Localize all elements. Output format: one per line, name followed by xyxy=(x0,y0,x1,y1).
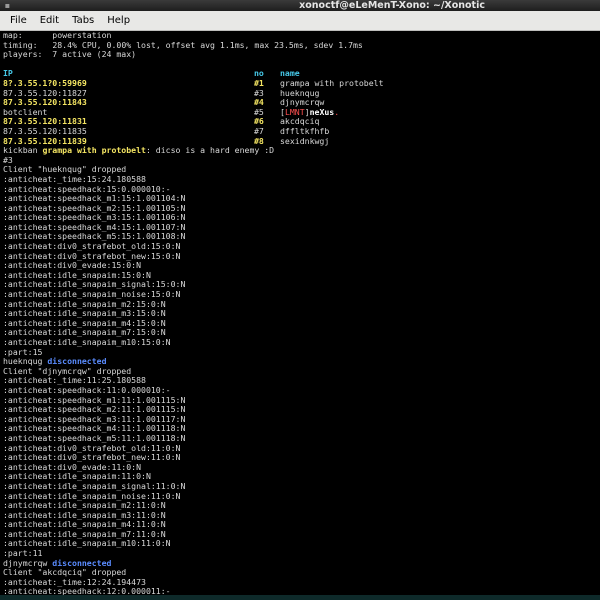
terminal-bottom-edge xyxy=(0,595,600,600)
log-text: :anticheat:speedhack:11:0.000010:- xyxy=(3,384,171,395)
log-text: :anticheat:idle_snapaim_m4:15:0:N xyxy=(3,317,166,328)
players-value: 7 active (24 max) xyxy=(52,49,137,60)
kickban-line: kickban grampa with protobelt: dicso is … xyxy=(0,145,600,156)
kickban-reason: : dicso is a hard enemy :D xyxy=(145,145,275,156)
log-text: :anticheat:div0_strafebot_new:11:0:N xyxy=(3,452,181,463)
log-text: :anticheat:div0_strafebot_new:15:0:N xyxy=(3,250,181,261)
kickban-target: grampa with protobelt xyxy=(42,145,146,156)
log-text: :anticheat:idle_snapaim_m7:15:0:N xyxy=(3,327,166,338)
log-text: djnymcrqw xyxy=(3,557,53,568)
log-text: :anticheat:idle_snapaim_m10:15:0:N xyxy=(3,337,171,347)
menu-file[interactable]: File xyxy=(5,11,32,30)
log-text: :part:11 xyxy=(3,548,43,559)
log-text: :anticheat:speedhack_m4:15:1.001107:N xyxy=(3,221,186,232)
log-text: :anticheat:idle_snapaim:11:0:N xyxy=(3,471,151,482)
log-text: :anticheat:div0_evade:11:0:N xyxy=(3,461,142,472)
log-text: :anticheat:idle_snapaim_signal:11:0:N xyxy=(3,480,186,491)
log-text: :anticheat:speedhack:15:0.000010:- xyxy=(3,183,171,194)
table-row: 87.3.55.120:11839 #8 sexidnkwgj xyxy=(0,135,600,147)
timing-value: 28.4% CPU, 0.00% lost, offset avg 1.1ms,… xyxy=(52,39,363,50)
log-text: :anticheat:speedhack_m4:11:1.001118:N xyxy=(3,423,186,434)
log-text: hueknqug xyxy=(3,356,48,367)
kickban-command: kickban xyxy=(3,145,43,156)
log-text: :anticheat:speedhack_m1:15:1.001104:N xyxy=(3,193,186,204)
log-text: :anticheat:div0_strafebot_old:15:0:N xyxy=(3,241,181,252)
log-line: :anticheat:idle_snapaim_m10:15:0:N xyxy=(0,337,600,348)
disconnect-status: disconnected xyxy=(52,557,112,568)
menu-tabs[interactable]: Tabs xyxy=(67,11,99,30)
log-text: :anticheat:speedhack_m2:15:1.001105:N xyxy=(3,202,186,213)
menu-help[interactable]: Help xyxy=(102,11,135,30)
cell-no: #8 xyxy=(254,135,264,146)
log-text: :anticheat:_time:15:24.180588 xyxy=(3,173,146,184)
log-text: Client "djnymcrqw" dropped xyxy=(3,365,132,376)
window-title: xonoctf@eLeMenT-Xono: ~/Xonotic xyxy=(299,0,485,11)
log-text: :anticheat:idle_snapaim_noise:15:0:N xyxy=(3,289,181,300)
log-text: :anticheat:speedhack_m3:15:1.001106:N xyxy=(3,212,186,223)
log-text: :anticheat:idle_snapaim_signal:15:0:N xyxy=(3,279,186,290)
log-text: :anticheat:idle_snapaim_m10:11:0:N xyxy=(3,538,171,549)
cell-name: sexidnkwgj xyxy=(280,135,330,146)
log-text: :anticheat:speedhack_m1:11:1.001115:N xyxy=(3,394,186,405)
status-players-line: players: 7 active (24 max) xyxy=(0,49,600,60)
log-output: #3 Client "hueknqug" dropped:anticheat:_t… xyxy=(0,154,600,600)
menu-bar: File Edit Tabs Help xyxy=(0,11,600,31)
menu-edit[interactable]: Edit xyxy=(35,11,64,30)
log-text: :anticheat:idle_snapaim_noise:11:0:N xyxy=(3,490,181,501)
log-text: :anticheat:speedhack_m3:11:1.001117:N xyxy=(3,413,186,424)
log-text: :anticheat:idle_snapaim_m4:11:0:N xyxy=(3,519,166,530)
log-text: :anticheat:idle_snapaim_m2:11:0:N xyxy=(3,500,166,511)
window-titlebar[interactable]: ▪ xonoctf@eLeMenT-Xono: ~/Xonotic xyxy=(0,0,600,11)
log-text: :anticheat:idle_snapaim_m3:11:0:N xyxy=(3,509,166,520)
players-label: players: xyxy=(3,49,43,60)
player-table: 8?.3.55.1?0:59969 #1 grampa with protobelt… xyxy=(0,78,600,147)
terminal-output[interactable]: map: powerstation timing: 28.4% CPU, 0.0… xyxy=(0,31,600,600)
log-text: :anticheat:_time:12:24.194473 xyxy=(3,576,146,587)
log-text: :anticheat:speedhack_m5:11:1.001118:N xyxy=(3,432,186,443)
terminal-icon: ▪ xyxy=(4,1,11,10)
log-text: :anticheat:_time:11:25.180588 xyxy=(3,375,146,386)
timing-label: timing: xyxy=(3,39,38,50)
log-text: Client "akcdqciq" dropped xyxy=(3,567,127,578)
log-text: Client "hueknqug" dropped xyxy=(3,164,127,175)
log-text: :anticheat:speedhack_m2:11:1.001115:N xyxy=(3,404,186,415)
log-text: :anticheat:div0_evade:15:0:N xyxy=(3,260,142,271)
disconnect-status: disconnected xyxy=(47,356,107,367)
log-text: :part:15 xyxy=(3,346,43,357)
log-text: :anticheat:div0_strafebot_old:11:0:N xyxy=(3,442,181,453)
log-text: :anticheat:idle_snapaim_m7:11:0:N xyxy=(3,528,166,539)
log-text: :anticheat:idle_snapaim_m2:15:0:N xyxy=(3,298,166,309)
log-text: #3 xyxy=(3,154,13,165)
cell-ip: 87.3.55.120:11839 xyxy=(3,135,87,146)
log-line: :anticheat:idle_snapaim_m10:11:0:N xyxy=(0,539,600,549)
log-text: :anticheat:speedhack_m5:15:1.001108:N xyxy=(3,231,186,242)
log-text: :anticheat:idle_snapaim_m3:15:0:N xyxy=(3,308,166,319)
log-text: :anticheat:idle_snapaim:15:0:N xyxy=(3,269,151,280)
